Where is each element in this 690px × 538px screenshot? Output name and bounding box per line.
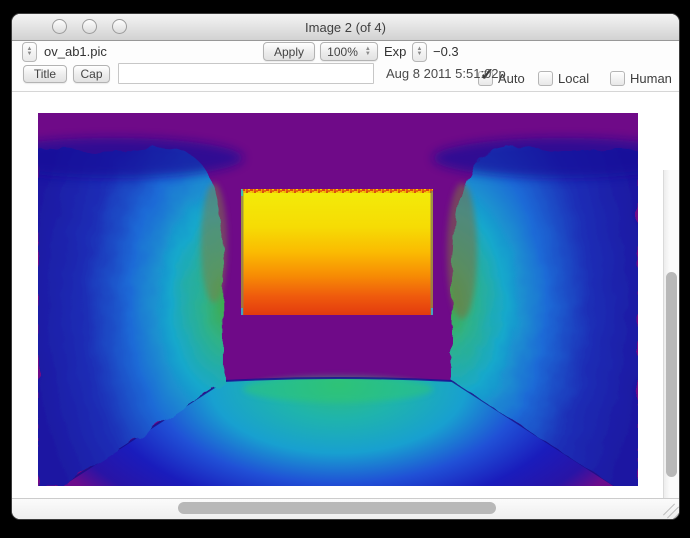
- horizontal-scrollbar-thumb[interactable]: [178, 502, 496, 514]
- human-checkbox-label[interactable]: Human: [630, 71, 672, 86]
- filename-label: ov_ab1.pic: [44, 42, 107, 62]
- human-checkbox[interactable]: [610, 71, 625, 86]
- title-button[interactable]: Title: [23, 65, 67, 83]
- exposure-value: −0.3: [433, 42, 459, 62]
- zoom-select-arrows-icon: ▲▼: [365, 47, 371, 57]
- resize-grip[interactable]: [663, 503, 677, 517]
- false-color-image: [38, 113, 638, 486]
- exposure-stepper[interactable]: ▲ ▼: [412, 42, 427, 62]
- image-stepper[interactable]: ▲ ▼: [22, 42, 37, 62]
- exposure-label: Exp: [384, 42, 406, 62]
- timestamp-label: Aug 8 2011 5:51:02p: [386, 66, 506, 81]
- window-left-edge: [241, 191, 244, 315]
- window-title: Image 2 (of 4): [305, 20, 386, 35]
- left-wall-olive-patch: [201, 183, 227, 303]
- bright-window-region: [241, 189, 433, 315]
- window-dithered-top-edge: [241, 189, 433, 193]
- vertical-scrollbar-thumb[interactable]: [666, 272, 677, 477]
- apply-button[interactable]: Apply: [263, 42, 315, 61]
- title-bar[interactable]: Image 2 (of 4): [12, 14, 679, 41]
- content-area: [12, 92, 679, 498]
- image-canvas[interactable]: [38, 113, 638, 486]
- room-scene: [38, 113, 638, 486]
- minimize-button[interactable]: [82, 19, 97, 34]
- window-right-edge: [431, 191, 434, 315]
- vertical-scrollbar-track[interactable]: [663, 170, 679, 520]
- zoom-select[interactable]: 100% ▲▼: [320, 42, 378, 61]
- close-button[interactable]: [52, 19, 67, 34]
- local-checkbox-label[interactable]: Local: [558, 71, 589, 86]
- zoom-window-button[interactable]: [112, 19, 127, 34]
- right-wall-olive-patch: [447, 183, 477, 319]
- image-viewer-window: Image 2 (of 4) ▲ ▼ ov_ab1.pic Apply 100%…: [11, 13, 680, 520]
- local-checkbox[interactable]: [538, 71, 553, 86]
- toolbar: ▲ ▼ ov_ab1.pic Apply 100% ▲▼ Exp ▲ ▼ −0.…: [12, 41, 679, 91]
- horizontal-scrollbar-track[interactable]: [12, 498, 679, 519]
- stepper-down-icon[interactable]: ▼: [27, 52, 33, 57]
- desktop-background: Image 2 (of 4) ▲ ▼ ov_ab1.pic Apply 100%…: [0, 0, 690, 538]
- cap-button[interactable]: Cap: [73, 65, 110, 83]
- caption-input[interactable]: [118, 63, 374, 84]
- zoom-value: 100%: [327, 45, 358, 59]
- stepper-down-icon[interactable]: ▼: [417, 52, 423, 57]
